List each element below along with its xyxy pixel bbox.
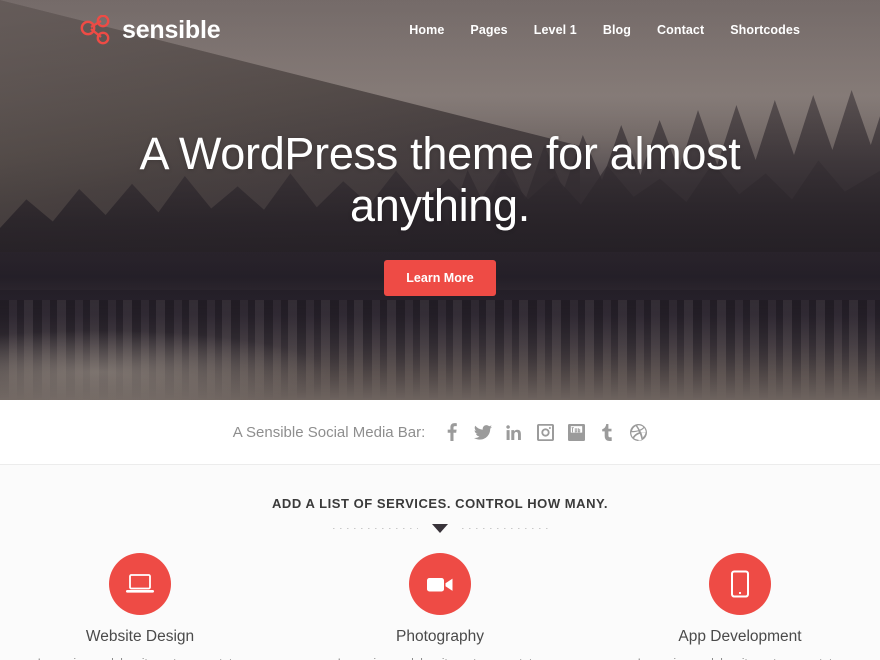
service-text: Lorem ipsum dolor sit amet, consectetur …: [35, 655, 245, 660]
service-title: App Development: [678, 628, 802, 645]
service-icon-badge: [409, 553, 471, 615]
learn-more-button[interactable]: Learn More: [384, 260, 496, 297]
youtube-icon[interactable]: [567, 423, 585, 441]
hero-title: A WordPress theme for almost anything.: [139, 128, 741, 232]
dribbble-icon[interactable]: [629, 423, 647, 441]
social-icon-list: [443, 423, 647, 441]
nav-item-home[interactable]: Home: [409, 23, 444, 37]
services-section: ADD A LIST OF SERVICES. CONTROL HOW MANY…: [0, 465, 880, 660]
services-grid: Website Design Lorem ipsum dolor sit ame…: [0, 553, 880, 660]
share-nodes-icon: [80, 14, 112, 45]
nav-item-contact[interactable]: Contact: [657, 23, 704, 37]
laptop-icon: [125, 572, 155, 596]
service-item-website-design[interactable]: Website Design Lorem ipsum dolor sit ame…: [35, 553, 245, 660]
hero-content: A WordPress theme for almost anything. L…: [0, 128, 880, 297]
site-header: sensible Home Pages Level 1 Blog Contact…: [0, 0, 880, 60]
social-bar-label: A Sensible Social Media Bar:: [232, 423, 426, 441]
tablet-icon: [729, 570, 751, 598]
brand-name: sensible: [122, 15, 221, 44]
service-text: Lorem ipsum dolor sit amet, consectetur …: [635, 655, 845, 660]
linkedin-icon[interactable]: [505, 423, 523, 441]
twitter-icon[interactable]: [474, 423, 493, 441]
service-icon-badge: [709, 553, 771, 615]
facebook-icon[interactable]: [443, 423, 461, 441]
nav-item-pages[interactable]: Pages: [470, 23, 507, 37]
instagram-icon[interactable]: [536, 423, 554, 441]
nav-item-shortcodes[interactable]: Shortcodes: [730, 23, 800, 37]
main-navigation: Home Pages Level 1 Blog Contact Shortcod…: [409, 23, 800, 37]
brand-logo-link[interactable]: sensible: [80, 14, 221, 45]
service-title: Website Design: [85, 628, 195, 645]
nav-item-blog[interactable]: Blog: [603, 23, 631, 37]
social-media-bar: A Sensible Social Media Bar:: [0, 400, 880, 465]
divider-dots-right: [462, 528, 548, 529]
service-icon-badge: [109, 553, 171, 615]
service-item-photography[interactable]: Photography Lorem ipsum dolor sit amet, …: [335, 553, 545, 660]
section-divider: [332, 524, 548, 533]
service-item-app-development[interactable]: App Development Lorem ipsum dolor sit am…: [635, 553, 845, 660]
services-heading: ADD A LIST OF SERVICES. CONTROL HOW MANY…: [271, 496, 608, 511]
caret-down-icon: [432, 524, 448, 533]
video-camera-icon: [425, 574, 455, 595]
tumblr-icon[interactable]: [598, 423, 616, 441]
service-text: Lorem ipsum dolor sit amet, consectetur …: [335, 655, 545, 660]
divider-dots-left: [332, 528, 418, 529]
hero-section: sensible Home Pages Level 1 Blog Contact…: [0, 0, 880, 400]
nav-item-level-1[interactable]: Level 1: [534, 23, 577, 37]
service-title: Photography: [396, 628, 484, 645]
